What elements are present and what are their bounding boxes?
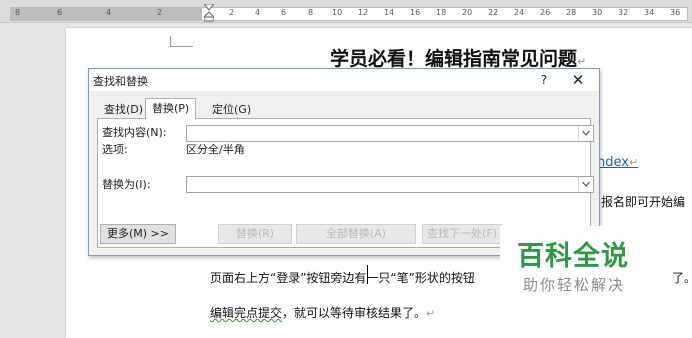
document-line-text: 页面右上方“登录”按钮旁边有一只“笔”形状的按钮 xyxy=(210,271,475,285)
document-title-text: 学员必看！编辑指南常见问题 xyxy=(330,48,578,70)
ruler-number: 4 xyxy=(106,8,112,17)
tab-find[interactable]: 查找(D) xyxy=(97,99,150,120)
ruler-number: 20 xyxy=(462,8,473,17)
document-line-tail-text: 了。 xyxy=(672,271,692,285)
tab-goto[interactable]: 定位(G) xyxy=(205,99,258,120)
options-value: 区分全/半角 xyxy=(186,143,245,156)
document-line[interactable]: 页面右上方“登录”按钮旁边有一只“笔”形状的按钮 xyxy=(210,269,475,286)
find-what-dropdown-button[interactable] xyxy=(578,126,593,141)
find-what-label: 查找内容(N): xyxy=(102,126,167,139)
horizontal-ruler[interactable]: 8 6 4 2 2 4 6 8 10 12 14 16 18 20 22 24 … xyxy=(0,0,692,23)
ruler-number: 8 xyxy=(15,8,21,17)
document-line-text: ，就可以等待审核结果了。 xyxy=(282,306,427,320)
replace-with-dropdown-button[interactable] xyxy=(578,177,593,192)
ruler-number: 14 xyxy=(384,8,395,17)
ruler-number: 6 xyxy=(281,8,287,17)
chevron-down-icon xyxy=(582,181,590,187)
ruler-number: 28 xyxy=(566,8,577,17)
watermark-subtitle: 助你轻松解决 xyxy=(523,276,626,294)
ruler-number: 36 xyxy=(670,8,681,17)
document-link-text: ndex xyxy=(597,155,629,170)
replace-all-button[interactable]: 全部替换(A) xyxy=(296,224,416,244)
ruler-number: 6 xyxy=(57,8,63,17)
ruler-number: 24 xyxy=(514,8,525,17)
ruler-number: 2 xyxy=(157,8,163,17)
options-label: 选项: xyxy=(102,143,128,156)
ruler-number: 10 xyxy=(332,8,343,17)
help-button[interactable]: ? xyxy=(535,71,553,89)
ruler-number: 26 xyxy=(540,8,551,17)
document-line[interactable]: 编辑完点提交，就可以等待审核结果了。↵ xyxy=(210,304,435,321)
paragraph-mark: ↵ xyxy=(628,156,639,169)
document-link[interactable]: ndex↵ xyxy=(597,155,638,170)
watermark-title: 百科全说 xyxy=(517,241,629,272)
ruler-band: 8 6 4 2 2 4 6 8 10 12 14 16 18 20 22 24 … xyxy=(10,7,688,21)
margin-corner-mark xyxy=(170,36,193,47)
paragraph-mark: ↵ xyxy=(426,307,436,320)
ruler-number: 12 xyxy=(358,8,369,17)
ruler-number: 34 xyxy=(644,8,655,17)
ruler-number: 30 xyxy=(592,8,603,17)
more-options-button[interactable]: 更多(M) >> xyxy=(100,224,176,244)
paragraph-mark: ↵ xyxy=(577,55,587,68)
spellcheck-underlined-text: 编辑完点提交 xyxy=(210,306,283,320)
ruler-number: 4 xyxy=(255,8,261,17)
ruler-number: 2 xyxy=(229,8,235,17)
text-caret xyxy=(367,265,368,284)
replace-button[interactable]: 替换(R) xyxy=(218,224,292,244)
indent-marker-icon[interactable] xyxy=(204,4,214,22)
dialog-titlebar[interactable]: 查找和替换 ? ✕ xyxy=(89,69,599,91)
find-next-button[interactable]: 查找下一处(F) xyxy=(422,224,502,244)
ruler-number: 18 xyxy=(436,8,447,17)
dialog-title: 查找和替换 xyxy=(93,75,148,88)
close-button[interactable]: ✕ xyxy=(567,71,589,89)
ruler-number: 16 xyxy=(410,8,421,17)
replace-with-label: 替换为(I): xyxy=(102,178,151,191)
chevron-down-icon xyxy=(582,130,590,136)
document-title[interactable]: 学员必看！编辑指南常见问题↵ xyxy=(330,44,586,71)
find-what-input[interactable] xyxy=(186,125,594,142)
document-text-fragment: 报名即可开始编 xyxy=(601,195,686,209)
replace-with-input[interactable] xyxy=(186,176,594,193)
ruler-number: 22 xyxy=(488,8,499,17)
ruler-number: 32 xyxy=(618,8,629,17)
document-line-tail: 了。↵ xyxy=(672,269,692,286)
tab-replace[interactable]: 替换(P) xyxy=(145,98,197,120)
ruler-number: 8 xyxy=(308,8,314,17)
